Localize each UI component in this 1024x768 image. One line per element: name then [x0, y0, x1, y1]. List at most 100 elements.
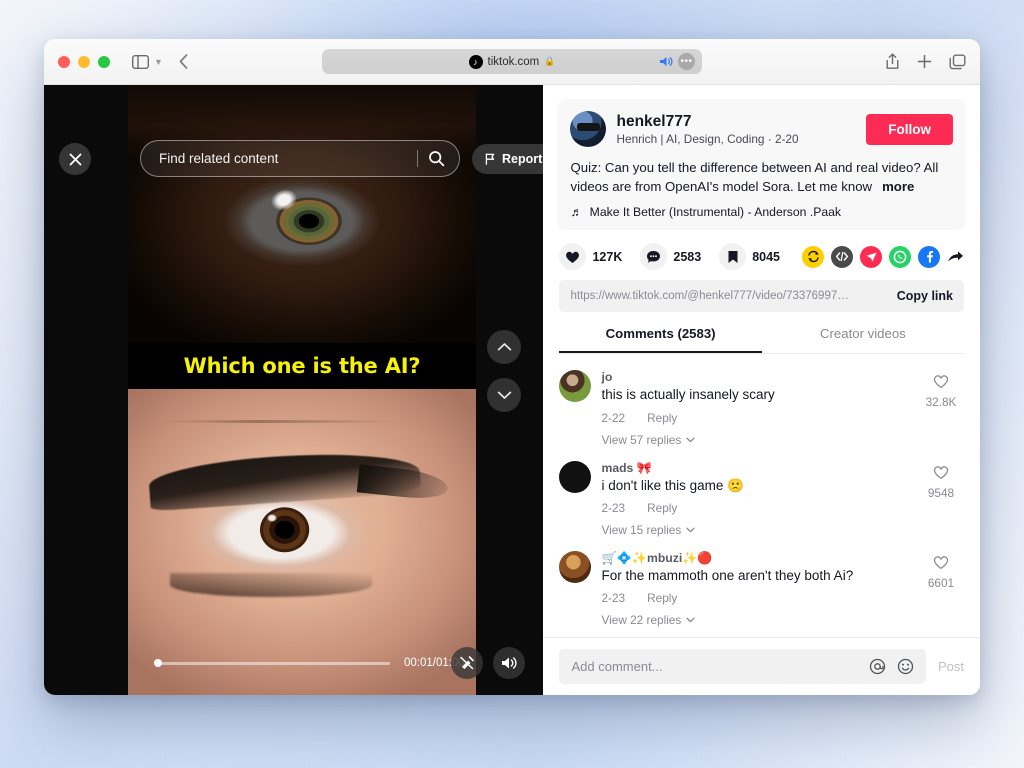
comment-meta: 2-22 Reply	[601, 411, 918, 425]
address-bar[interactable]: ♪ tiktok.com 🔒 •••	[322, 49, 702, 74]
embed-code-icon[interactable]	[831, 245, 853, 268]
comment-heart-icon[interactable]	[933, 555, 949, 570]
comment-date: 2-22	[601, 410, 626, 425]
bookmark-count: 8045	[752, 249, 780, 264]
post-details-scroll[interactable]: henkel777 Henrich | AI, Design, Coding ·…	[543, 85, 980, 637]
maximize-window-button[interactable]	[98, 55, 110, 68]
commenter-avatar[interactable]	[559, 550, 592, 583]
bookmark-icon	[719, 243, 747, 271]
plus-icon[interactable]	[917, 54, 932, 69]
view-replies-label: View 22 replies	[601, 612, 682, 627]
emoji-icon[interactable]	[897, 658, 914, 675]
author-username[interactable]: henkel777	[616, 113, 866, 131]
whatsapp-icon[interactable]	[889, 245, 911, 268]
follow-button[interactable]: Follow	[866, 113, 953, 145]
facebook-icon[interactable]	[918, 245, 940, 268]
commenter-avatar[interactable]	[559, 370, 592, 403]
commenter-name[interactable]: jo	[601, 370, 918, 384]
commenter-avatar[interactable]	[559, 460, 592, 493]
volume-on-icon[interactable]	[493, 647, 526, 679]
flag-icon	[485, 152, 496, 165]
ellipsis-icon[interactable]: •••	[678, 53, 695, 70]
comment-composer: Add comment... Post	[543, 637, 980, 695]
share-arrow-icon[interactable]	[947, 250, 964, 264]
close-window-button[interactable]	[58, 55, 70, 68]
view-replies-button[interactable]: View 57 replies	[601, 433, 918, 447]
commenter-name[interactable]: 🛒💠✨mbuzi✨🔴	[601, 551, 918, 565]
sidebar-toggle-icon[interactable]	[132, 54, 149, 69]
next-video-button[interactable]	[487, 378, 522, 412]
comment-reply-button[interactable]: Reply	[647, 501, 677, 515]
at-mention-icon[interactable]	[869, 658, 886, 675]
video-search-row: Find related content Report	[140, 140, 544, 177]
comment-heart-icon[interactable]	[933, 465, 949, 480]
search-input[interactable]: Find related content	[140, 140, 460, 177]
tab-comments[interactable]: Comments (2583)	[559, 326, 762, 354]
comment-bubble-icon	[640, 243, 668, 271]
magnifier-icon[interactable]	[428, 150, 445, 167]
close-video-button[interactable]	[59, 143, 91, 175]
comment-stat[interactable]: 2583	[640, 243, 702, 271]
tab-creator-videos[interactable]: Creator videos	[762, 326, 964, 353]
view-replies-label: View 57 replies	[601, 432, 682, 447]
music-note-icon: ♬	[570, 205, 583, 220]
back-chevron-icon[interactable]	[179, 54, 188, 69]
heart-icon	[559, 243, 587, 271]
browser-toolbar: ▼ ♪ tiktok.com 🔒 •••	[44, 39, 980, 85]
video-progress-scrubber[interactable]	[154, 659, 390, 667]
composer-icons	[869, 658, 914, 675]
video-link-row: https://www.tiktok.com/@henkel777/video/…	[559, 280, 964, 313]
like-stat[interactable]: 127K	[559, 243, 622, 271]
author-avatar[interactable]	[570, 111, 607, 147]
comment-meta: 2-23 Reply	[601, 501, 918, 515]
more-link[interactable]: more	[882, 179, 914, 194]
commenter-name[interactable]: mads 🎀	[601, 461, 918, 475]
scrubber-handle[interactable]	[154, 659, 162, 667]
view-replies-button[interactable]: View 15 replies	[601, 523, 918, 537]
chevron-down-icon	[686, 617, 695, 623]
video-settings-icon[interactable]	[451, 647, 484, 679]
comment-input-placeholder: Add comment...	[571, 659, 663, 674]
video-caption-text: Which one is the AI?	[183, 354, 421, 378]
post-comment-button[interactable]: Post	[938, 659, 964, 674]
author-row: henkel777 Henrich | AI, Design, Coding ·…	[570, 111, 953, 147]
video-link-url[interactable]: https://www.tiktok.com/@henkel777/video/…	[570, 290, 896, 302]
bottom-eye-brow	[155, 419, 407, 423]
post-details-pane: henkel777 Henrich | AI, Design, Coding ·…	[543, 85, 980, 695]
copy-link-button[interactable]: Copy link	[897, 289, 953, 303]
page-content: Which one is the AI? Find related conten…	[44, 85, 980, 695]
share-icon[interactable]	[885, 53, 900, 70]
music-row[interactable]: ♬ Make It Better (Instrumental) - Anders…	[570, 205, 953, 219]
comment-heart-icon[interactable]	[933, 374, 949, 389]
comment-date: 2-23	[601, 590, 626, 605]
video-caption-band: Which one is the AI?	[128, 343, 476, 389]
comment-item-partial: Markonlicker	[559, 629, 964, 637]
video-navigation-buttons	[487, 330, 522, 412]
address-bar-url: tiktok.com	[487, 55, 540, 68]
comment-text: For the mammoth one aren't they both Ai?	[601, 567, 854, 583]
comment-body: jo this is actually insanely scary 2-22 …	[601, 370, 918, 446]
view-replies-button[interactable]: View 22 replies	[601, 613, 918, 627]
window-traffic-lights[interactable]	[58, 55, 110, 68]
comment-like-column[interactable]: 6601	[918, 551, 964, 627]
comment-date: 2-23	[601, 500, 626, 515]
comment-reply-button[interactable]: Reply	[647, 591, 677, 605]
repost-icon[interactable]	[802, 245, 824, 268]
video-control-buttons	[451, 647, 526, 679]
comment-reply-button[interactable]: Reply	[647, 411, 677, 425]
tab-overview-icon[interactable]	[949, 54, 966, 70]
previous-video-button[interactable]	[487, 330, 522, 364]
comment-like-column[interactable]: 9548	[918, 461, 964, 537]
post-description: Quiz: Can you tell the difference betwee…	[570, 158, 953, 196]
speaker-icon[interactable]	[659, 56, 673, 67]
sidebar-dropdown-icon[interactable]: ▼	[154, 57, 163, 67]
comment-like-column[interactable]: 32.8K	[918, 370, 964, 446]
video-player-pane[interactable]: Which one is the AI? Find related conten…	[44, 85, 544, 695]
tiktok-logo-icon: ♪	[468, 54, 483, 69]
telegram-icon[interactable]	[860, 245, 882, 268]
minimize-window-button[interactable]	[78, 55, 90, 68]
report-button[interactable]: Report	[472, 143, 544, 174]
comment-count: 2583	[673, 249, 702, 264]
comment-input[interactable]: Add comment...	[559, 649, 926, 684]
bookmark-stat[interactable]: 8045	[719, 243, 780, 271]
